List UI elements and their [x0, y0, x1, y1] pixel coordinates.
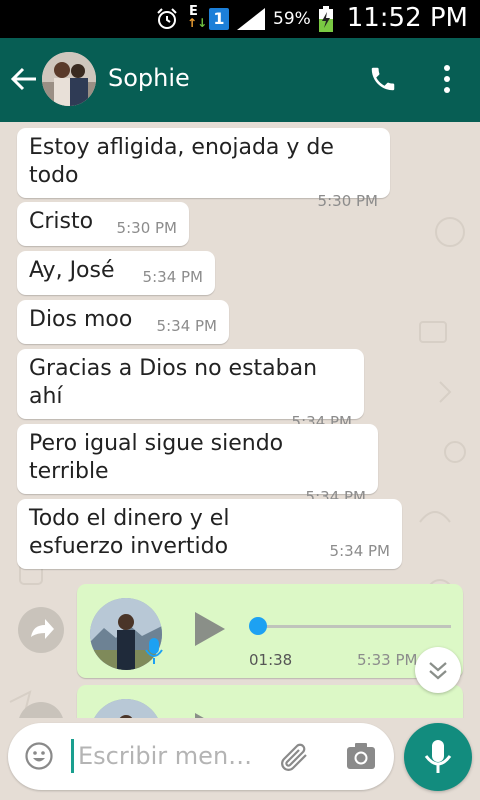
- voice-progress-track[interactable]: [257, 625, 451, 628]
- chat-header: Sophie: [0, 38, 480, 122]
- message-text: Cristo: [29, 209, 94, 234]
- message-text: Todo el dinero y el esfuerzo invertido: [29, 506, 230, 559]
- contact-name[interactable]: Sophie: [108, 64, 190, 92]
- camera-icon[interactable]: [346, 742, 376, 770]
- composer: [8, 723, 394, 790]
- message-input[interactable]: [78, 735, 268, 777]
- sim-icon: 1: [209, 8, 229, 30]
- contact-avatar[interactable]: [42, 52, 96, 106]
- voice-time: 5:33 PM: [357, 651, 418, 669]
- voice-message[interactable]: 01:38 5:33 PM: [77, 584, 463, 678]
- alarm-icon: [157, 8, 177, 29]
- forward-button[interactable]: [18, 607, 64, 653]
- message-bubble[interactable]: Cristo 5:30 PM: [17, 202, 189, 246]
- emoji-icon[interactable]: [24, 741, 54, 771]
- mic-badge-icon: [145, 638, 163, 664]
- message-text: Ay, José: [29, 258, 115, 283]
- voice-sender-avatar: [90, 699, 162, 718]
- message-bubble[interactable]: Gracias a Dios no estaban ahí 5:34 PM: [17, 349, 364, 431]
- message-bubble[interactable]: Todo el dinero y el esfuerzo invertido 5…: [17, 499, 402, 569]
- message-time: 5:34 PM: [329, 542, 390, 560]
- message-bubble[interactable]: Dios moo 5:34 PM: [17, 300, 229, 344]
- message-text: Dios moo: [29, 307, 133, 332]
- message-text: Estoy afligida, enojada y de todo: [29, 135, 334, 188]
- message-time: 5:34 PM: [142, 268, 203, 286]
- status-time: 11:52 PM: [346, 3, 468, 33]
- voice-duration: 01:38: [249, 651, 293, 669]
- message-bubble[interactable]: Pero igual sigue siendo terrible 5:34 PM: [17, 424, 378, 506]
- play-icon[interactable]: [193, 711, 227, 718]
- message-time: 5:30 PM: [116, 219, 177, 237]
- message-time: 5:34 PM: [156, 317, 217, 335]
- voice-message[interactable]: [77, 685, 463, 718]
- text-caret: [71, 739, 74, 773]
- phone-icon[interactable]: [368, 64, 398, 94]
- signal-icon: [237, 8, 265, 30]
- forward-icon: [31, 619, 54, 639]
- status-bar: E ↑↓ 1 59% 11:52 PM: [0, 0, 480, 38]
- more-vert-icon[interactable]: [438, 64, 456, 94]
- attach-icon[interactable]: [278, 741, 312, 773]
- message-bubble[interactable]: Ay, José 5:34 PM: [17, 251, 215, 295]
- message-text: Pero igual sigue siendo terrible: [29, 431, 284, 484]
- data-arrows-icon: E ↑↓: [187, 4, 208, 30]
- voice-progress-knob[interactable]: [249, 617, 267, 635]
- battery-charging-icon: [318, 6, 333, 32]
- play-icon[interactable]: [193, 610, 227, 648]
- scroll-to-bottom-button[interactable]: [415, 647, 461, 693]
- battery-percent: 59%: [273, 9, 311, 29]
- voice-record-button[interactable]: [404, 723, 472, 791]
- chat-area[interactable]: Estoy afligida, enojada y de todo 5:30 P…: [0, 122, 480, 718]
- mic-icon: [424, 740, 452, 773]
- message-bubble[interactable]: Estoy afligida, enojada y de todo 5:30 P…: [17, 128, 390, 210]
- message-text: Gracias a Dios no estaban ahí: [29, 356, 318, 409]
- double-chevron-down-icon: [429, 662, 447, 680]
- back-arrow-icon[interactable]: [10, 65, 38, 93]
